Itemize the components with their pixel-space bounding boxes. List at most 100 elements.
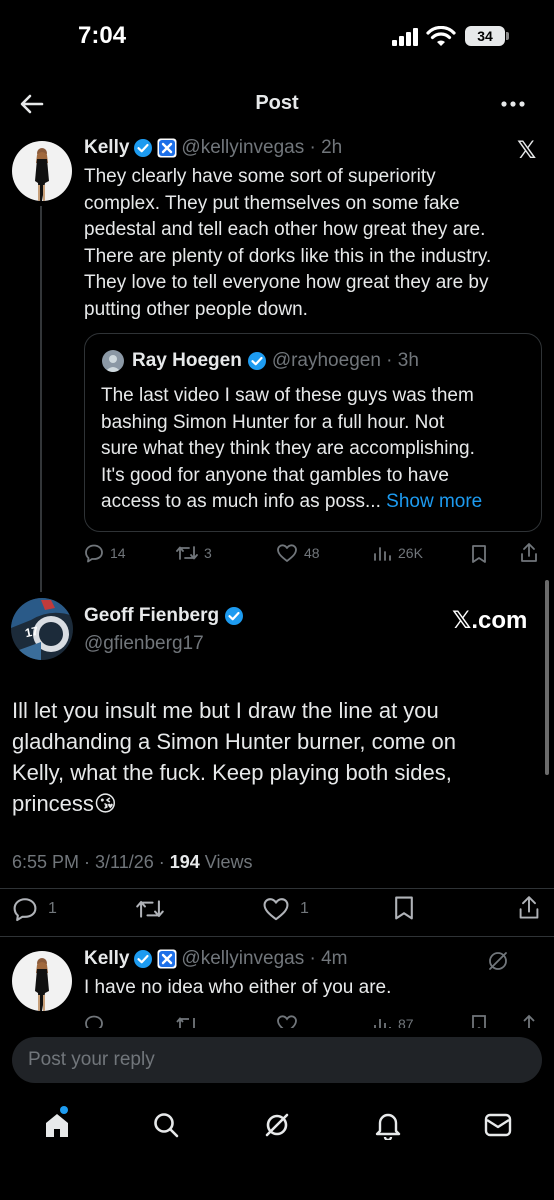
main-post-header: Geoff Fienberg	[84, 605, 244, 627]
reply-icon	[13, 898, 37, 922]
like-count: 1	[300, 900, 309, 917]
reply-button[interactable]: 1	[12, 896, 57, 922]
divider	[0, 936, 554, 937]
cellular-signal-icon	[392, 28, 418, 46]
grok-icon[interactable]	[487, 950, 509, 972]
avatar-ray-hoegen[interactable]	[102, 350, 124, 372]
views-count: 87	[398, 1016, 414, 1028]
avatar-geoff-fienberg[interactable]: 17	[11, 598, 73, 660]
heart-icon	[277, 544, 297, 562]
tweet1-text: They clearly have some sort of superiori…	[84, 164, 544, 323]
quote-text: The last video I saw of these guys was t…	[101, 383, 531, 516]
affiliate-badge-icon	[157, 138, 177, 158]
views-chart-icon	[374, 547, 391, 561]
divider	[0, 888, 554, 889]
text-line: They clearly have some sort of superiori…	[84, 166, 436, 187]
heart-icon	[263, 898, 289, 921]
bottom-tab-bar	[0, 1090, 554, 1200]
text-line: Kelly, what the fuck. Keep playing both …	[12, 760, 452, 785]
main-post-text: Ill let you insult me but I draw the lin…	[12, 695, 532, 819]
like-count: 48	[304, 545, 320, 561]
quote-author-name: Ray Hoegen	[132, 350, 242, 371]
repost-count: 3	[204, 545, 212, 561]
text-line: pedestal and tell each other how great t…	[84, 219, 486, 240]
tab-home[interactable]	[42, 1106, 72, 1140]
author-handle-time: @kellyinvegas · 4m	[181, 948, 348, 969]
grok-icon[interactable]	[263, 1111, 291, 1139]
text-line: putting other people down.	[84, 298, 308, 320]
show-more-link[interactable]: Show more	[386, 491, 482, 512]
bookmark-icon[interactable]	[470, 1014, 488, 1028]
verified-badge-icon	[225, 607, 244, 625]
reply-count: 1	[48, 900, 57, 917]
post-meta: 6:55 PM · 3/11/26 · 194 Views	[12, 852, 253, 873]
heart-icon[interactable]	[276, 1014, 298, 1028]
text-line: access to as much info as poss... Show m…	[101, 489, 531, 516]
text-line: The last video I saw of these guys was t…	[101, 385, 474, 406]
repost-icon	[176, 546, 198, 560]
bookmark-icon[interactable]	[392, 895, 416, 921]
share-icon[interactable]	[517, 894, 541, 922]
share-icon[interactable]	[519, 542, 539, 564]
home-notification-dot	[60, 1106, 68, 1114]
repost-icon[interactable]	[176, 1014, 198, 1028]
avatar-number: 17	[23, 623, 40, 641]
views-count: 26K	[398, 545, 423, 561]
quote-handle-time: @rayhoegen · 3h	[271, 350, 419, 371]
battery-tip	[506, 32, 509, 40]
scrollbar[interactable]	[545, 580, 549, 775]
thread-connector-line	[40, 206, 42, 592]
views-button[interactable]: 87	[372, 1014, 414, 1028]
text-line: There are plenty of dorks like this in t…	[84, 245, 492, 267]
verified-badge-icon	[247, 352, 266, 370]
avatar-kelly[interactable]	[12, 141, 72, 201]
views-chart-icon	[374, 1019, 391, 1028]
verified-badge-icon	[134, 139, 153, 157]
reply-count: 14	[110, 545, 126, 561]
bookmark-icon[interactable]	[470, 544, 488, 564]
wifi-icon	[426, 26, 456, 46]
page-title: Post	[255, 92, 299, 114]
text-line: Ill let you insult me but I draw the lin…	[12, 698, 439, 723]
text-line: complex. They put themselves on some fak…	[84, 192, 460, 214]
tweet1-header: Kelly @kellyinvegas · 2h	[84, 137, 342, 159]
post-timestamp: 6:55 PM · 3/11/26 ·	[12, 852, 170, 872]
reply-icon[interactable]	[84, 1014, 104, 1028]
avatar-kelly[interactable]	[12, 951, 72, 1011]
author-name[interactable]: Geoff Fienberg	[84, 605, 219, 627]
author-name[interactable]: Kelly	[84, 137, 129, 159]
source-label: 𝕏.com	[452, 607, 528, 634]
author-handle-time: @kellyinvegas · 2h	[181, 137, 343, 158]
search-icon[interactable]	[152, 1111, 180, 1139]
text-line: princess😘	[12, 791, 117, 816]
text-line: gladhanding a Simon Hunter burner, come …	[12, 729, 456, 754]
author-name[interactable]: Kelly	[84, 948, 129, 970]
reply-header: Kelly @kellyinvegas · 4m	[84, 948, 348, 970]
post-views-count: 194	[169, 852, 200, 872]
verified-badge-icon	[134, 950, 153, 968]
repost-icon[interactable]	[136, 896, 164, 922]
text-line: They love to tell everyone how great the…	[84, 272, 489, 293]
affiliate-badge-icon	[157, 949, 177, 969]
reply-actions-row: 87	[84, 1014, 544, 1028]
messages-envelope-icon[interactable]	[484, 1113, 512, 1137]
quote-last-line: access to as much info as poss...	[101, 491, 381, 512]
views-button[interactable]: 26K	[372, 543, 423, 563]
text-line: It's good for anyone that gambles to hav…	[101, 464, 449, 486]
text-line: sure what they think they are accomplish…	[101, 438, 475, 459]
text-line: bashing Simon Hunter for a full hour. No…	[101, 411, 445, 433]
reply-icon	[85, 544, 103, 563]
quote-header: Ray Hoegen @rayhoegen · 3h	[132, 350, 419, 372]
reply-button[interactable]: 14	[84, 543, 126, 563]
battery-indicator: 34	[465, 26, 505, 46]
share-icon[interactable]	[519, 1014, 539, 1028]
x-logo-icon: 𝕏	[517, 137, 537, 164]
more-options-icon[interactable]	[500, 100, 526, 108]
reply-text: I have no idea who either of you are.	[84, 977, 392, 998]
repost-button[interactable]: 3	[176, 543, 212, 563]
notifications-bell-icon[interactable]	[374, 1110, 402, 1140]
status-bar: 7:04 34	[0, 0, 554, 80]
like-button[interactable]: 48	[276, 543, 320, 563]
like-button[interactable]: 1	[262, 896, 309, 922]
reply-input-placeholder: Post your reply	[28, 1049, 155, 1070]
